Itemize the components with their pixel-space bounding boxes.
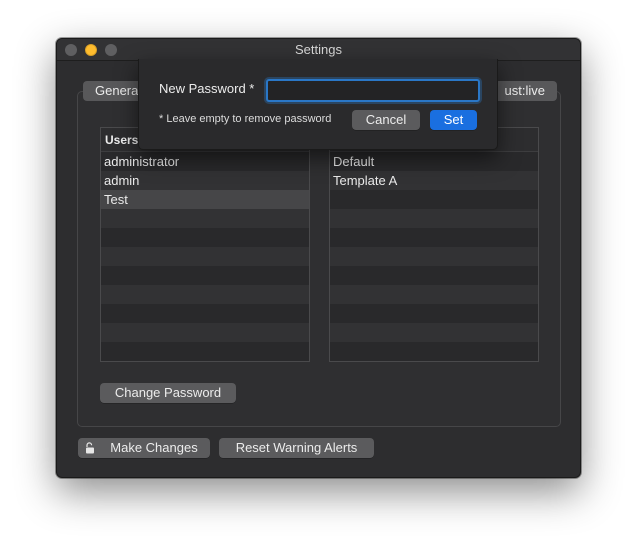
window-title: Settings [295, 42, 342, 57]
list-item[interactable] [330, 247, 538, 266]
list-item[interactable] [330, 304, 538, 323]
list-item[interactable] [101, 228, 309, 247]
users-list[interactable]: Users administrator admin Test [100, 127, 310, 362]
list-item[interactable] [101, 342, 309, 361]
list-item[interactable] [101, 209, 309, 228]
reset-warning-alerts-button[interactable]: Reset Warning Alerts [219, 438, 374, 458]
list-item[interactable] [330, 342, 538, 361]
list-item[interactable] [330, 209, 538, 228]
password-hint: * Leave empty to remove password [159, 113, 332, 125]
list-item[interactable] [330, 266, 538, 285]
list-item[interactable] [330, 323, 538, 342]
make-changes-label: Make Changes [110, 440, 198, 455]
set-button[interactable]: Set [430, 110, 477, 130]
list-item[interactable] [330, 285, 538, 304]
lock-icon [86, 442, 94, 454]
new-password-label: New Password * [159, 81, 255, 96]
list-item[interactable] [101, 304, 309, 323]
list-item[interactable] [101, 323, 309, 342]
change-password-button[interactable]: Change Password [100, 383, 236, 403]
list-item[interactable] [101, 285, 309, 304]
new-password-input[interactable] [266, 79, 480, 102]
title-bar[interactable]: Settings [57, 39, 580, 61]
cancel-button[interactable]: Cancel [352, 110, 420, 130]
list-item[interactable]: admin [101, 171, 309, 190]
new-password-sheet: New Password * * Leave empty to remove p… [138, 59, 498, 150]
list-item[interactable] [330, 190, 538, 209]
list-item[interactable] [101, 266, 309, 285]
list-item[interactable] [330, 228, 538, 247]
make-changes-button[interactable]: Make Changes [78, 438, 210, 458]
list-item[interactable] [101, 247, 309, 266]
list-item[interactable]: Template A [330, 171, 538, 190]
list-item[interactable]: administrator [101, 152, 309, 171]
list-item[interactable]: Default [330, 152, 538, 171]
list-item-selected[interactable]: Test [101, 190, 309, 209]
templates-list[interactable]: Default Template A [329, 127, 539, 362]
